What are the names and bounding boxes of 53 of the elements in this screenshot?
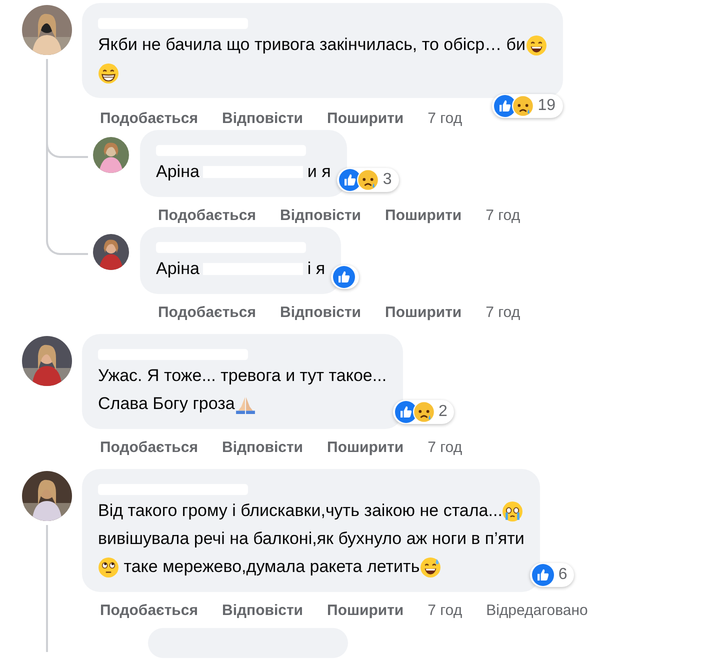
like-icon (338, 169, 361, 191)
reaction-count: 6 (558, 566, 568, 584)
reactions-badge[interactable] (331, 265, 360, 289)
edited-label: Відредаговано (486, 602, 588, 618)
action-link[interactable]: Відповісти (280, 206, 362, 224)
grinning-face-icon (98, 62, 119, 84)
comment-text: Аріна (156, 162, 200, 182)
reactions-badge[interactable]: 6 (530, 563, 574, 587)
timestamp[interactable]: 7 год (486, 304, 520, 320)
action-link[interactable]: Поширити (327, 602, 404, 618)
comment-text: і я (307, 259, 326, 279)
comment-text: таке мережево,думала ракета летить (122, 557, 420, 577)
reactions-badge[interactable]: 3 (336, 168, 399, 192)
action-link[interactable]: Відповісти (222, 438, 304, 456)
smiling-face-icon (526, 34, 547, 56)
action-link[interactable]: Відповісти (280, 304, 362, 320)
like-icon (333, 266, 356, 288)
sad-face-icon (512, 95, 534, 117)
timestamp[interactable]: 7 год (428, 110, 462, 126)
timestamp[interactable]: 7 год (428, 602, 462, 618)
like-icon (394, 401, 417, 423)
eye-roll-face-icon (98, 556, 119, 578)
comment-text: вивішувала речі на балконі,як бухнуло аж ноги в п’яти (98, 529, 524, 549)
action-link[interactable]: Поширити (327, 438, 404, 456)
comment-text: и я (307, 162, 331, 182)
action-link[interactable]: Поширити (385, 206, 462, 224)
action-link[interactable]: Подобається (158, 304, 256, 320)
sad-face-icon (356, 169, 379, 191)
comment-text: Аріна (156, 259, 200, 279)
sweat-smile-icon (420, 556, 441, 578)
comment-text: Якби не бачила що тривога закінчилась, то обіср… би (98, 35, 526, 55)
action-link[interactable]: Відповісти (222, 602, 304, 618)
reactions-badge[interactable]: 19 (492, 94, 563, 118)
action-link[interactable]: Поширити (327, 110, 404, 126)
comment-text: Слава Богу гроза (98, 394, 235, 414)
timestamp[interactable]: 7 год (486, 206, 520, 224)
action-link[interactable]: Подобається (100, 438, 198, 456)
reaction-count: 3 (382, 171, 393, 189)
timestamp[interactable]: 7 год (428, 438, 462, 456)
reaction-count: 19 (538, 97, 557, 115)
comment-text: Від такого грому і блискавки,чуть заікою не стала... (98, 501, 502, 521)
action-link[interactable]: Відповісти (222, 110, 304, 126)
reactions-badge[interactable]: 2 (392, 400, 454, 424)
action-link[interactable]: Подобається (158, 206, 256, 224)
action-link[interactable]: Поширити (385, 304, 462, 320)
action-link[interactable]: Подобається (100, 110, 198, 126)
reaction-count: 2 (438, 403, 448, 421)
sad-face-icon (412, 401, 435, 423)
like-icon (494, 95, 516, 117)
crying-face-icon (502, 500, 524, 522)
like-icon (532, 564, 554, 586)
comment-text: Ужас. Я тоже... тревога и тут такое... (98, 366, 387, 386)
action-link[interactable]: Подобається (100, 602, 198, 618)
